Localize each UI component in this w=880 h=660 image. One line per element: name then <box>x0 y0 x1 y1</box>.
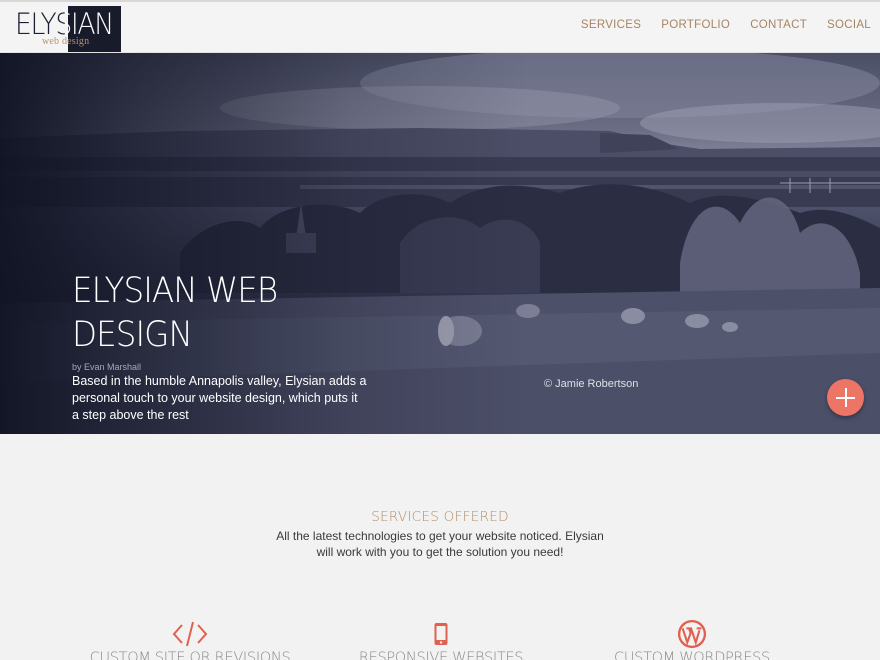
nav-portfolio[interactable]: PORTFOLIO <box>661 19 730 31</box>
nav-contact[interactable]: CONTACT <box>750 19 807 31</box>
service-wordpress[interactable]: CUSTOM WORDPRESS <box>572 619 812 660</box>
service-custom-site[interactable]: CUSTOM SITE OR REVISIONS <box>70 619 310 660</box>
hero-byline: by Evan Marshall <box>72 362 142 372</box>
services-description: All the latest technologies to get your … <box>276 529 604 559</box>
service-label: CUSTOM SITE OR REVISIONS <box>89 650 291 660</box>
main-nav: SERVICES PORTFOLIO CONTACT SOCIAL <box>561 19 871 31</box>
nav-social[interactable]: SOCIAL <box>827 19 871 31</box>
logo[interactable]: ELYSIAN web design <box>14 6 122 52</box>
mobile-icon <box>434 623 448 645</box>
nav-services[interactable]: SERVICES <box>581 19 641 31</box>
logo-subtitle: web design <box>42 36 90 47</box>
hero-description: Based in the humble Annapolis valley, El… <box>72 374 367 422</box>
wordpress-icon <box>677 619 707 649</box>
services-title: SERVICES OFFERED <box>371 509 509 525</box>
hero-title: ELYSIAN WEB DESIGN <box>72 271 278 355</box>
hero-section: ELYSIAN WEB DESIGN by Evan Marshall Base… <box>0 53 880 434</box>
service-label: RESPONSIVE WEBSITES <box>358 650 524 660</box>
code-icon <box>172 621 208 647</box>
service-responsive[interactable]: RESPONSIVE WEBSITES <box>321 619 561 660</box>
plus-icon[interactable] <box>827 379 864 416</box>
navbar: ELYSIAN web design SERVICES PORTFOLIO CO… <box>0 0 880 53</box>
photo-credit: © Jamie Robertson <box>544 378 639 390</box>
service-label: CUSTOM WORDPRESS <box>614 650 770 660</box>
